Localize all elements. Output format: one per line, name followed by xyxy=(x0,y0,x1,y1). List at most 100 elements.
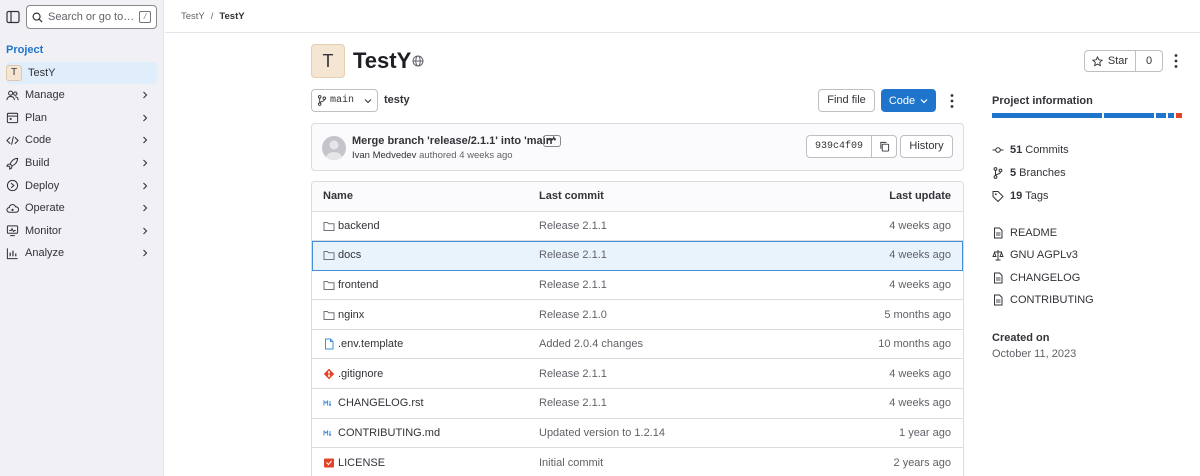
sidebar-item-label: Plan xyxy=(25,111,48,124)
sidebar-item-operate[interactable]: Operate xyxy=(0,197,163,220)
table-row[interactable]: CHANGELOG.rst Release 2.1.1 4 weeks ago xyxy=(312,389,963,419)
language-bar[interactable] xyxy=(992,113,1184,118)
chevron-down-icon xyxy=(364,98,372,103)
file-commit-link[interactable]: Initial commit xyxy=(528,457,828,469)
sidebar-item-code[interactable]: Code xyxy=(0,129,163,152)
sidebar-item-label: Build xyxy=(25,157,50,170)
repo-path-link[interactable]: testy xyxy=(384,94,410,106)
branch-selector[interactable]: main xyxy=(311,89,378,112)
branch-name: main xyxy=(330,95,355,106)
doc-icon xyxy=(994,294,1003,306)
star-label-area[interactable]: Star xyxy=(1085,51,1136,71)
doc-icon xyxy=(994,272,1003,284)
column-header-last-update: Last update xyxy=(889,190,951,203)
file-commit-link[interactable]: Added 2.0.4 changes xyxy=(528,338,828,350)
star-label: Star xyxy=(1107,55,1129,67)
sidebar-top: Search or go to… / xyxy=(0,0,163,34)
sidebar-item-monitor[interactable]: Monitor xyxy=(0,220,163,243)
language-segment[interactable] xyxy=(1103,113,1155,118)
find-file-button[interactable]: Find file xyxy=(818,89,875,112)
sidebar-item-deploy[interactable]: Deploy xyxy=(0,174,163,197)
sidebar-item-project[interactable]: T TestY xyxy=(6,62,157,84)
copy-sha-button[interactable] xyxy=(872,135,897,158)
language-segment[interactable] xyxy=(1168,113,1175,118)
star-count[interactable]: 0 xyxy=(1136,51,1162,71)
branches-label: Branches xyxy=(1019,167,1066,179)
file-commit-link[interactable]: Updated version to 1.2.14 xyxy=(528,427,828,439)
code-dropdown-button[interactable]: Code xyxy=(881,89,936,112)
chevron-right-icon xyxy=(143,250,148,257)
table-row[interactable]: LICENSE Initial commit 2 years ago xyxy=(312,448,963,476)
file-tree-table: Name Last commit Last update backend Rel… xyxy=(311,181,964,476)
breadcrumb-current-link[interactable]: TestY xyxy=(219,11,244,22)
table-row[interactable]: frontend Release 2.1.1 4 weeks ago xyxy=(312,271,963,301)
avatar-placeholder-icon xyxy=(326,140,342,160)
tag-icon xyxy=(992,191,1004,202)
commit-message-link[interactable]: Merge branch 'release/2.1.1' into 'main' xyxy=(352,135,555,147)
changelog-label: CHANGELOG xyxy=(1010,272,1081,284)
last-commit-panel: Merge branch 'release/2.1.1' into 'main'… xyxy=(311,123,964,171)
more-actions-icon[interactable] xyxy=(1174,53,1178,69)
file-name-link[interactable]: nginx xyxy=(338,309,364,321)
file-commit-link[interactable]: Release 2.1.1 xyxy=(528,368,828,380)
table-row[interactable]: .env.template Added 2.0.4 changes 10 mon… xyxy=(312,330,963,360)
sidebar-item-manage[interactable]: Manage xyxy=(0,84,163,107)
file-name-link[interactable]: backend xyxy=(338,220,380,232)
file-name-link[interactable]: .env.template xyxy=(338,338,403,350)
file-icon xyxy=(325,338,334,350)
file-updated: 4 weeks ago xyxy=(889,249,951,262)
star-button[interactable]: Star 0 xyxy=(1084,50,1163,72)
language-segment[interactable] xyxy=(1156,113,1167,118)
commit-sha-link[interactable]: 939c4f09 xyxy=(806,135,872,158)
file-updated: 4 weeks ago xyxy=(889,278,951,291)
file-commit-link[interactable]: Release 2.1.1 xyxy=(528,397,828,409)
language-segment[interactable] xyxy=(992,113,1102,118)
license-link[interactable]: GNU AGPLv3 xyxy=(992,249,1078,261)
file-commit-link[interactable]: Release 2.1.1 xyxy=(528,249,828,261)
branches-link[interactable]: 5 Branches xyxy=(992,167,1066,179)
created-on-label: Created on xyxy=(992,332,1050,344)
project-avatar-large: T xyxy=(311,44,345,78)
file-updated: 10 months ago xyxy=(878,338,951,351)
file-commit-link[interactable]: Release 2.1.0 xyxy=(528,309,828,321)
readme-link[interactable]: README xyxy=(992,227,1057,239)
rocket-icon xyxy=(6,157,19,170)
file-commit-link[interactable]: Release 2.1.1 xyxy=(528,279,828,291)
copy-icon xyxy=(879,141,889,152)
commits-link[interactable]: 51 Commits xyxy=(992,144,1069,156)
code-button-label: Code xyxy=(888,94,916,107)
sidebar: Search or go to… / Project T TestY Manag… xyxy=(0,0,164,476)
history-button[interactable]: History xyxy=(900,135,953,158)
contributing-link[interactable]: CONTRIBUTING xyxy=(992,294,1094,306)
search-input[interactable]: Search or go to… / xyxy=(26,5,157,29)
code-icon xyxy=(6,136,19,145)
sidebar-item-plan[interactable]: Plan xyxy=(0,107,163,130)
commit-authored-text: authored xyxy=(419,150,457,161)
file-name-link[interactable]: frontend xyxy=(338,279,378,291)
sidebar-item-analyze[interactable]: Analyze xyxy=(0,242,163,265)
table-row[interactable]: docs Release 2.1.1 4 weeks ago xyxy=(312,241,963,271)
expand-commit-button[interactable]: ••• xyxy=(543,135,561,147)
breadcrumb-parent-link[interactable]: TestY xyxy=(181,11,205,22)
sidebar-toggle-icon[interactable] xyxy=(6,10,20,24)
file-name-link[interactable]: docs xyxy=(338,249,361,261)
table-row[interactable]: CONTRIBUTING.md Updated version to 1.2.1… xyxy=(312,419,963,449)
file-name-link[interactable]: .gitignore xyxy=(338,368,383,380)
tags-link[interactable]: 19 Tags xyxy=(992,190,1049,202)
file-name-link[interactable]: LICENSE xyxy=(338,457,385,469)
table-row[interactable]: nginx Release 2.1.0 5 months ago xyxy=(312,300,963,330)
folder-icon xyxy=(323,251,335,261)
file-name-link[interactable]: CHANGELOG.rst xyxy=(338,397,424,409)
table-row[interactable]: .gitignore Release 2.1.1 4 weeks ago xyxy=(312,359,963,390)
sidebar-item-build[interactable]: Build xyxy=(0,152,163,175)
language-segment[interactable] xyxy=(1176,113,1182,118)
file-name-link[interactable]: CONTRIBUTING.md xyxy=(338,427,440,439)
sidebar-item-label: Manage xyxy=(25,89,65,102)
avatar[interactable] xyxy=(322,136,346,160)
changelog-link[interactable]: CHANGELOG xyxy=(992,272,1080,284)
table-row[interactable]: backend Release 2.1.1 4 weeks ago xyxy=(312,212,963,242)
file-commit-link[interactable]: Release 2.1.1 xyxy=(528,220,828,232)
sidebar-item-label: Analyze xyxy=(25,247,65,260)
commit-author-link[interactable]: Ivan Medvedev xyxy=(352,150,416,161)
more-actions-icon[interactable] xyxy=(950,93,954,109)
